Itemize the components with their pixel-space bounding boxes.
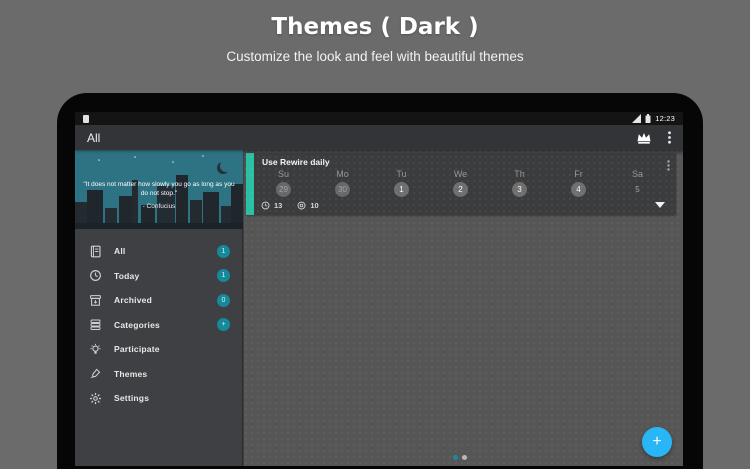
drawer-menu: All 1 Today 1 Archived 0 Categories + Pa… bbox=[75, 229, 243, 466]
notification-icon bbox=[83, 114, 89, 123]
day-checkin[interactable]: 2 bbox=[453, 182, 468, 197]
day-checkin[interactable]: 3 bbox=[512, 182, 527, 197]
card-overflow-button[interactable] bbox=[667, 158, 670, 176]
sidebar-item-archived[interactable]: Archived 0 bbox=[75, 288, 243, 313]
sidebar-item-label: Settings bbox=[114, 393, 150, 404]
card-accent-bar bbox=[246, 153, 254, 215]
day-column-sa[interactable]: Sa 5 bbox=[608, 169, 667, 197]
page-dot-active[interactable] bbox=[453, 455, 458, 460]
gear-icon bbox=[88, 391, 102, 405]
habit-card[interactable]: Use Rewire daily Su 29 Mo 30 Tu 1 We 2 T… bbox=[246, 153, 676, 215]
clock-time: 12:23 bbox=[655, 114, 675, 123]
overflow-dots-icon bbox=[668, 131, 671, 144]
clock-icon bbox=[261, 201, 270, 210]
count-badge: 0 bbox=[217, 293, 230, 307]
sidebar-item-all[interactable]: All 1 bbox=[75, 239, 243, 264]
sidebar-item-categories[interactable]: Categories + bbox=[75, 313, 243, 338]
page-subtitle: Customize the look and feel with beautif… bbox=[226, 49, 524, 64]
app-bar: All bbox=[75, 125, 683, 150]
sidebar-item-themes[interactable]: Themes bbox=[75, 362, 243, 387]
add-habit-fab[interactable]: + bbox=[642, 427, 672, 457]
count-badge: 1 bbox=[217, 244, 230, 258]
sidebar-item-settings[interactable]: Settings bbox=[75, 386, 243, 411]
sidebar-item-participate[interactable]: Participate bbox=[75, 337, 243, 362]
day-column-th[interactable]: Th 3 bbox=[490, 169, 549, 197]
archive-icon bbox=[88, 293, 102, 307]
day-column-su[interactable]: Su 29 bbox=[254, 169, 313, 197]
drawer-header-image: "It does not matter how slowly you go as… bbox=[75, 150, 243, 229]
overflow-menu-button[interactable] bbox=[668, 131, 671, 144]
day-column-we[interactable]: We 2 bbox=[431, 169, 490, 197]
add-category-badge[interactable]: + bbox=[217, 318, 230, 332]
signal-icon bbox=[632, 114, 642, 123]
premium-crown-button[interactable] bbox=[636, 131, 652, 144]
status-bar: 12:23 bbox=[75, 112, 683, 125]
sidebar-item-label: Participate bbox=[114, 344, 160, 355]
day-checkin[interactable]: 4 bbox=[571, 182, 586, 197]
quote-author: - Confucius bbox=[142, 202, 176, 210]
sidebar-item-label: Today bbox=[114, 270, 140, 281]
day-column-fr[interactable]: Fr 4 bbox=[549, 169, 608, 197]
sidebar-item-label: Archived bbox=[114, 295, 152, 306]
expand-chevron-icon[interactable] bbox=[655, 202, 665, 208]
today-icon bbox=[88, 269, 102, 283]
paintbrush-icon bbox=[88, 367, 102, 381]
page-dot[interactable] bbox=[462, 455, 467, 460]
navigation-drawer: "It does not matter how slowly you go as… bbox=[75, 150, 243, 466]
habit-title: Use Rewire daily bbox=[262, 157, 330, 167]
sidebar-item-label: Themes bbox=[114, 368, 148, 379]
battery-icon bbox=[645, 114, 651, 123]
crown-icon bbox=[637, 133, 651, 144]
stat-value: 10 bbox=[310, 201, 319, 210]
sidebar-item-today[interactable]: Today 1 bbox=[75, 264, 243, 289]
main-content: Use Rewire daily Su 29 Mo 30 Tu 1 We 2 T… bbox=[244, 150, 683, 466]
page-indicator bbox=[453, 455, 467, 460]
journal-icon bbox=[88, 244, 102, 258]
promo-header: Themes ( Dark ) Customize the look and f… bbox=[0, 14, 750, 64]
target-icon bbox=[297, 201, 306, 210]
stat-value: 13 bbox=[274, 201, 283, 210]
count-badge: 1 bbox=[217, 269, 230, 283]
day-checkin[interactable]: 5 bbox=[630, 182, 645, 197]
overflow-dots-icon bbox=[667, 160, 670, 171]
app-screen: 12:23 All "It does not matter how slowly… bbox=[75, 112, 683, 466]
tablet-frame: 12:23 All "It does not matter how slowly… bbox=[57, 93, 703, 469]
lightbulb-icon bbox=[88, 342, 102, 356]
sidebar-item-label: All bbox=[114, 246, 126, 257]
habit-stats: 13 10 bbox=[261, 201, 319, 210]
sidebar-item-label: Categories bbox=[114, 319, 160, 330]
day-checkin[interactable]: 1 bbox=[394, 182, 409, 197]
categories-icon bbox=[88, 318, 102, 332]
day-column-tu[interactable]: Tu 1 bbox=[372, 169, 431, 197]
day-column-mo[interactable]: Mo 30 bbox=[313, 169, 372, 197]
page-title: Themes ( Dark ) bbox=[271, 14, 479, 40]
appbar-title: All bbox=[87, 130, 101, 145]
week-row: Su 29 Mo 30 Tu 1 We 2 Th 3 Fr 4 Sa 5 bbox=[254, 169, 667, 197]
day-checkin[interactable]: 30 bbox=[335, 182, 350, 197]
day-checkin[interactable]: 29 bbox=[276, 182, 291, 197]
quote-text: "It does not matter how slowly you go as… bbox=[83, 181, 235, 198]
